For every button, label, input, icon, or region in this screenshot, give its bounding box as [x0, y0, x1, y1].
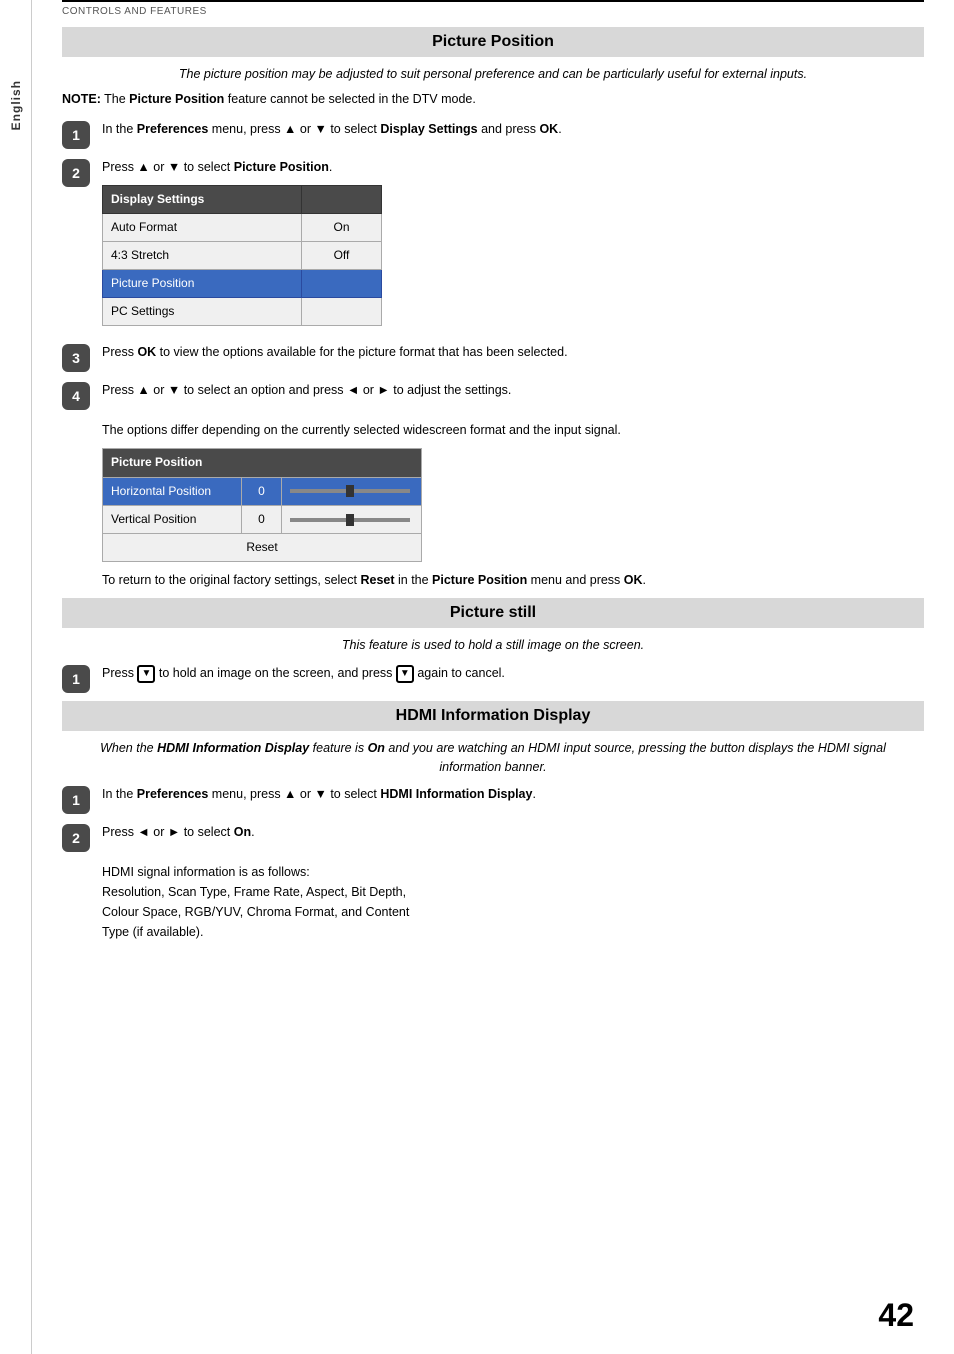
picture-position-italic-note: The picture position may be adjusted to … [82, 65, 904, 84]
step-1-hdmi: 1 In the Preferences menu, press ▲ or ▼ … [62, 784, 924, 814]
pos-menu-header-label: Picture Position [103, 449, 422, 477]
pos-row-horizontal: Horizontal Position 0 [103, 477, 422, 505]
step-num-4: 4 [62, 382, 90, 410]
pos-reset-label: Reset [103, 534, 422, 562]
pos-row-vertical: Vertical Position 0 [103, 505, 422, 533]
hdmi-step-content-1: In the Preferences menu, press ▲ or ▼ to… [102, 784, 924, 804]
section-header-hdmi: HDMI Information Display [62, 701, 924, 731]
menu-val-picture-position [302, 270, 382, 298]
menu-label-auto-format: Auto Format [103, 213, 302, 241]
step-content-2: Press ▲ or ▼ to select Picture Position.… [102, 157, 924, 335]
hdmi-step-num-2: 2 [62, 824, 90, 852]
controls-label: CONTROLS AND FEATURES [62, 2, 924, 19]
pos-val-vertical: 0 [242, 505, 282, 533]
step-2-picture-position: 2 Press ▲ or ▼ to select Picture Positio… [62, 157, 924, 335]
menu-row-picture-position: Picture Position [103, 270, 382, 298]
pos-val-horizontal: 0 [242, 477, 282, 505]
section-header-picture-still: Picture still [62, 598, 924, 628]
hdmi-step-num-1: 1 [62, 786, 90, 814]
sidebar: English [0, 0, 32, 1354]
picture-still-italic-note: This feature is used to hold a still ima… [82, 636, 904, 655]
pos-label-horizontal: Horizontal Position [103, 477, 242, 505]
pos-slider-horizontal [282, 477, 422, 505]
step-content-3: Press OK to view the options available f… [102, 342, 924, 362]
ps-step-content-1: Press ▼ to hold an image on the screen, … [102, 663, 924, 683]
hdmi-step-content-2: Press ◄ or ► to select On. HDMI signal i… [102, 822, 924, 942]
menu-row-auto-format: Auto Format On [103, 213, 382, 241]
pos-slider-vertical [282, 505, 422, 533]
hdmi-italic-note: When the HDMI Information Display featur… [82, 739, 904, 777]
section-header-picture-position: Picture Position [62, 27, 924, 57]
menu-val-pc-settings [302, 298, 382, 326]
step-num-3: 3 [62, 344, 90, 372]
menu-header-val [302, 185, 382, 213]
hold-icon: ▼ [137, 665, 155, 683]
step-content-1: In the Preferences menu, press ▲ or ▼ to… [102, 119, 924, 139]
menu-header-label: Display Settings [103, 185, 302, 213]
hdmi-signal-info: HDMI signal information is as follows: R… [102, 865, 409, 939]
step-num-2: 2 [62, 159, 90, 187]
page-number: 42 [878, 1297, 914, 1334]
menu-label-pc-settings: PC Settings [103, 298, 302, 326]
step-1-picture-still: 1 Press ▼ to hold an image on the screen… [62, 663, 924, 693]
menu-val-43-stretch: Off [302, 241, 382, 269]
menu-row-43-stretch: 4:3 Stretch Off [103, 241, 382, 269]
step-4-picture-position: 4 Press ▲ or ▼ to select an option and p… [62, 380, 924, 590]
pos-label-vertical: Vertical Position [103, 505, 242, 533]
pos-menu-header: Picture Position [103, 449, 422, 477]
menu-val-auto-format: On [302, 213, 382, 241]
hold-icon-2: ▼ [396, 665, 414, 683]
menu-row-pc-settings: PC Settings [103, 298, 382, 326]
picture-position-submenu: Picture Position Horizontal Position 0 V… [102, 448, 422, 562]
menu-label-picture-position: Picture Position [103, 270, 302, 298]
step-2-hdmi: 2 Press ◄ or ► to select On. HDMI signal… [62, 822, 924, 942]
menu-row-header: Display Settings [103, 185, 382, 213]
step-content-4: Press ▲ or ▼ to select an option and pre… [102, 380, 924, 590]
sidebar-label: English [9, 80, 23, 130]
main-content: CONTROLS AND FEATURES Picture Position T… [32, 0, 954, 990]
pos-row-reset: Reset [103, 534, 422, 562]
picture-position-note: NOTE: The Picture Position feature canno… [62, 90, 924, 109]
reset-note: To return to the original factory settin… [102, 570, 924, 590]
step-3-picture-position: 3 Press OK to view the options available… [62, 342, 924, 372]
step-num-1: 1 [62, 121, 90, 149]
step-1-picture-position: 1 In the Preferences menu, press ▲ or ▼ … [62, 119, 924, 149]
menu-label-43-stretch: 4:3 Stretch [103, 241, 302, 269]
display-settings-menu: Display Settings Auto Format On 4:3 Stre… [102, 185, 382, 327]
ps-step-num-1: 1 [62, 665, 90, 693]
